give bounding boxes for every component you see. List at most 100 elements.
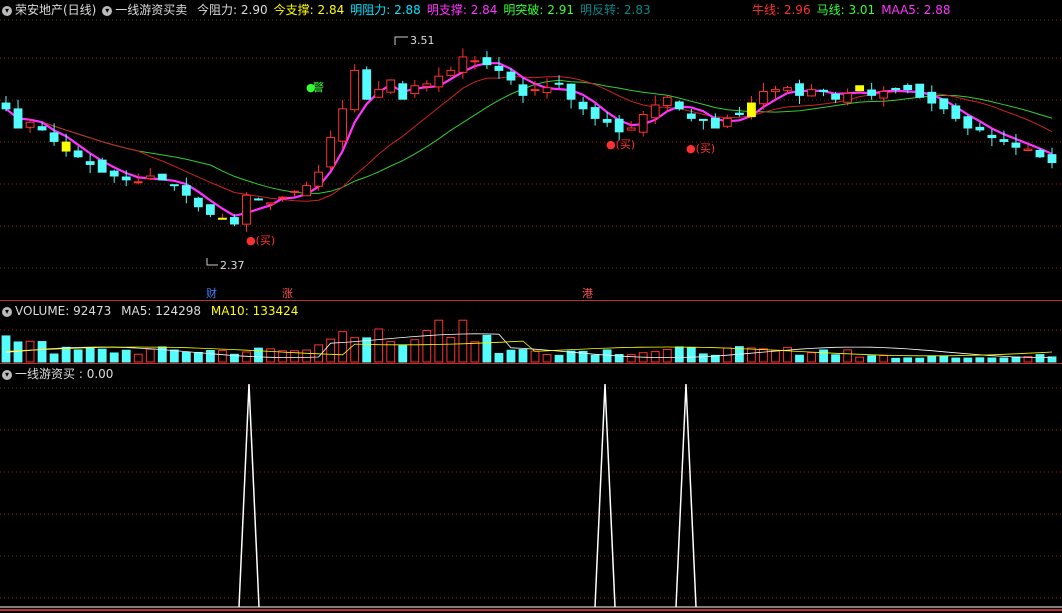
signal-spike (675, 383, 697, 608)
candle-body (326, 137, 336, 168)
volume-bar (819, 349, 828, 363)
volume-bar (133, 353, 143, 363)
event-marker-gang: 港 (582, 287, 593, 300)
volume-bar (482, 334, 492, 363)
candle-body (169, 184, 179, 187)
volume-bar (25, 340, 35, 363)
candle-body (662, 96, 672, 107)
volume-bar (650, 351, 660, 363)
candle-body (398, 83, 408, 100)
candle-body (133, 181, 143, 184)
candle-body (566, 83, 576, 100)
buy-signal-label: ●(买) (606, 138, 635, 151)
candle-body (530, 89, 540, 92)
candle-body (674, 101, 684, 110)
volume-bar (1035, 354, 1045, 363)
buy-signal-label: ●(买) (246, 234, 275, 247)
candle-body (903, 84, 913, 91)
buy-signal-label: ●(买) (686, 142, 715, 155)
candle-body (698, 118, 708, 121)
volume-bar (867, 355, 877, 363)
candle-body (734, 112, 744, 116)
volume-bar (109, 352, 119, 363)
candle-body (506, 71, 516, 81)
volume-bar (218, 349, 227, 363)
volume-bar (362, 337, 372, 363)
volume-bar (73, 349, 83, 363)
candle-body (109, 170, 119, 177)
candle-body (25, 121, 35, 128)
candle-body (121, 176, 131, 181)
volume-bar (37, 341, 47, 363)
candle-body (843, 92, 853, 103)
candle-body (494, 65, 504, 71)
candle-body (205, 204, 215, 215)
volume-bar (398, 345, 408, 363)
candle-body (1011, 142, 1021, 148)
low-marker (206, 258, 218, 266)
volume-bar (338, 331, 348, 363)
candle-body (855, 85, 865, 92)
volume-bar (771, 349, 780, 363)
volume-bar (939, 355, 949, 363)
volume-bar (374, 328, 384, 363)
candle-body (759, 91, 768, 105)
candle-body (795, 83, 804, 96)
volume-bar (1011, 356, 1021, 363)
candle-body (193, 197, 203, 208)
candle-body (771, 89, 780, 93)
volume-bar (494, 353, 504, 363)
volume-bar (326, 338, 336, 363)
candle-body (638, 114, 648, 133)
volume-bar (626, 354, 636, 363)
candle-body (975, 126, 985, 131)
candle-body (230, 217, 239, 225)
volume-bar (554, 354, 564, 363)
volume-bar (121, 349, 131, 363)
volume-bar (602, 349, 612, 363)
candle-body (747, 102, 756, 118)
volume-bar (963, 357, 973, 363)
candle-body (37, 126, 47, 131)
candle-body (338, 108, 348, 142)
candle-body (686, 113, 696, 119)
candle-body (266, 202, 275, 205)
candle-body (97, 159, 107, 173)
volume-bar (266, 348, 275, 363)
candle-body (783, 87, 792, 91)
candle-body (578, 101, 588, 110)
volume-bar (61, 346, 71, 363)
volume-bar (915, 357, 925, 363)
candle-body (614, 118, 624, 133)
volume-bar (891, 357, 901, 363)
candle-body (819, 89, 828, 93)
candle-body (13, 108, 23, 129)
candle-body (181, 185, 191, 196)
bottom-border (0, 609, 1062, 611)
chart-canvas[interactable]: 3.512.37●(买)●(买) ●(买)●警财涨港 (0, 0, 1062, 613)
candle-body (85, 161, 95, 165)
volume-bar (13, 341, 23, 363)
event-marker-zhang: 涨 (282, 287, 293, 300)
volume-bar (181, 351, 191, 363)
volume-bar (542, 354, 552, 363)
signal-spike (594, 383, 616, 608)
volume-bar (193, 351, 203, 363)
candle-body (386, 79, 396, 93)
high-label: 3.51 (410, 34, 435, 47)
candle-body (590, 107, 600, 119)
candle-body (278, 196, 287, 199)
volume-bar (674, 346, 684, 363)
signal-spike (238, 383, 260, 608)
candle-body (290, 190, 299, 193)
candle-body (626, 127, 636, 131)
candle-body (1023, 148, 1033, 151)
candle-body (987, 134, 997, 139)
volume-bar (242, 351, 251, 363)
volume-bar (590, 354, 600, 363)
volume-bar (470, 341, 480, 363)
volume-bar (205, 350, 215, 363)
candle-body (915, 83, 925, 98)
candle-body (999, 139, 1009, 142)
candle-body (1047, 154, 1057, 164)
